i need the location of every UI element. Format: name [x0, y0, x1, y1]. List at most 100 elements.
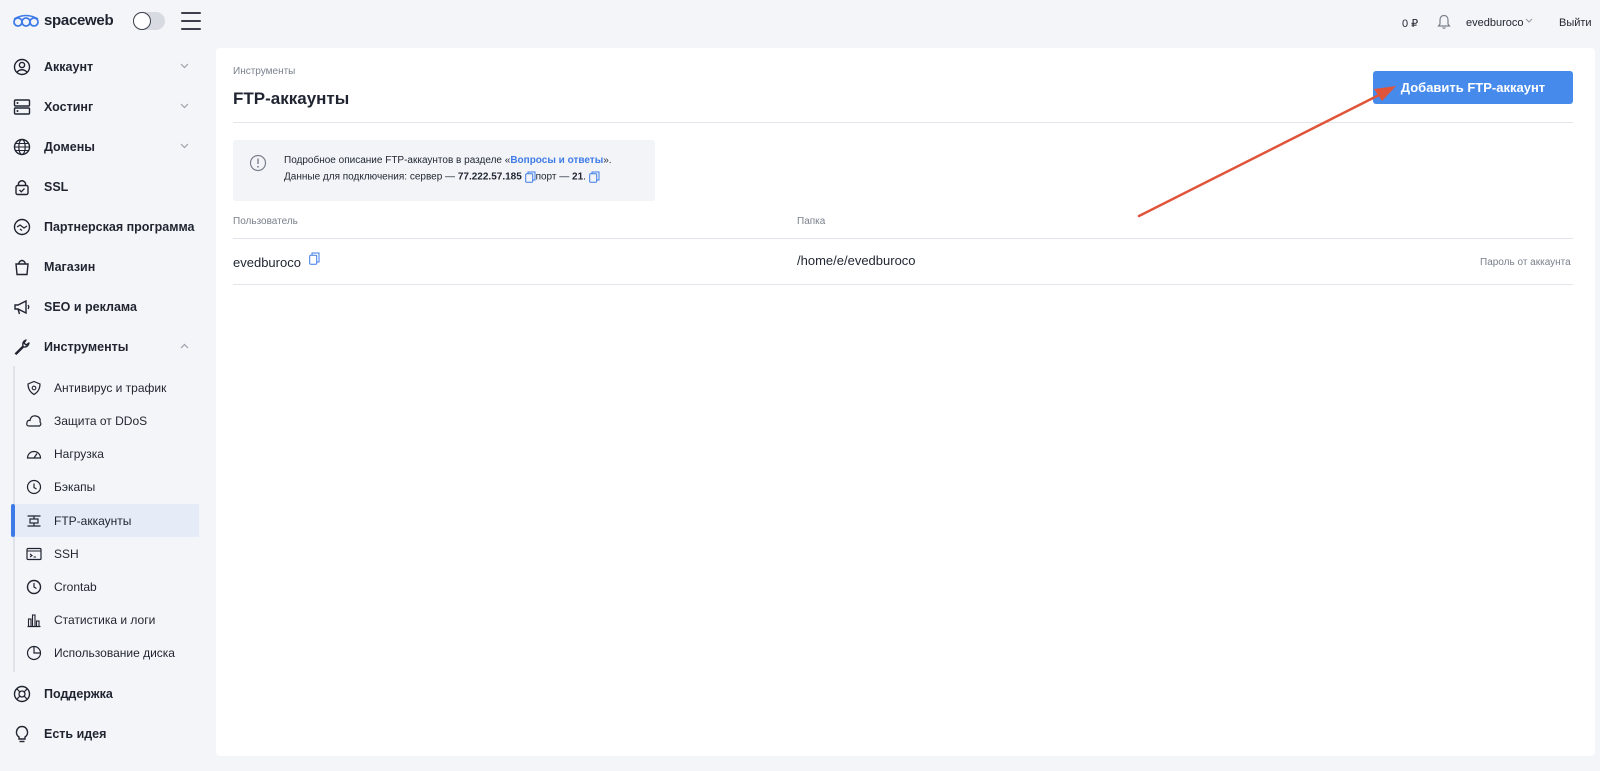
sidebar-subitem-label: Бэкапы	[54, 479, 96, 494]
menu-icon[interactable]	[181, 12, 201, 30]
sidebar-subitem-label: SSH	[54, 546, 79, 561]
divider	[233, 284, 1573, 285]
bell-icon[interactable]	[1437, 14, 1451, 30]
sidebar-subitem-disk[interactable]: Использование диска	[13, 636, 199, 669]
sidebar-subitem-label: Антивирус и трафик	[54, 380, 167, 395]
server-address: 77.222.57.185	[457, 171, 522, 183]
sidebar-item-support[interactable]: Поддержка	[0, 674, 205, 714]
support-icon	[13, 685, 31, 703]
sidebar-item-label: Аккаунт	[44, 60, 94, 74]
ftp-icon	[27, 515, 41, 527]
sidebar-subitem-ddos[interactable]: Защита от DDoS	[13, 404, 199, 437]
shield-icon	[27, 380, 41, 396]
wrench-icon	[14, 339, 30, 355]
column-header-folder: Папка	[797, 216, 826, 227]
chevron-up-icon	[180, 343, 189, 349]
divider	[233, 122, 1573, 123]
globe-icon	[13, 138, 31, 156]
lightbulb-icon	[15, 725, 29, 743]
backup-icon	[26, 479, 42, 495]
sidebar-item-label: SSL	[44, 180, 69, 194]
info-line-1: Подробное описание FTP-аккаунтов в разде…	[284, 155, 612, 166]
chevron-down-icon	[180, 103, 189, 109]
page-title: FTP-аккаунты	[233, 89, 350, 108]
sidebar-item-label: Поддержка	[44, 687, 113, 701]
copy-icon[interactable]	[309, 252, 320, 265]
user-menu[interactable]: evedburoco	[1466, 17, 1524, 29]
logo-text: spaceweb	[44, 12, 114, 29]
sidebar-item-label: Хостинг	[44, 100, 94, 114]
chevron-down-icon[interactable]	[1525, 18, 1533, 24]
sidebar-subitem-label: Crontab	[54, 579, 97, 594]
theme-toggle[interactable]	[133, 12, 165, 30]
sidebar-item-account[interactable]: Аккаунт	[0, 47, 205, 87]
info-text: ».	[603, 155, 612, 166]
top-bar: spaceweb 0 ₽ evedburoco Выйти	[0, 0, 1600, 44]
terminal-icon	[26, 547, 42, 561]
sidebar-subitem-label: Статистика и логи	[54, 612, 156, 627]
sidebar-item-label: Инструменты	[44, 340, 129, 354]
sidebar-item-tools[interactable]: Инструменты	[0, 327, 205, 367]
theme-toggle-knob	[133, 12, 151, 30]
sidebar-item-partner[interactable]: Партнерская программа	[0, 207, 205, 247]
info-text: Данные для подключения: сервер —	[284, 171, 458, 183]
sidebar-subitem-label: Нагрузка	[54, 446, 104, 461]
shopping-bag-icon	[15, 259, 29, 276]
sidebar-subitem-label: FTP-аккаунты	[54, 513, 132, 528]
info-text: Подробное описание FTP-аккаунтов в разде…	[284, 155, 511, 166]
spaceweb-logo-icon	[13, 14, 39, 27]
main-panel: Инструменты FTP-аккаунты Добавить FTP-ак…	[216, 48, 1595, 756]
balance[interactable]: 0 ₽	[1402, 17, 1418, 30]
sidebar-subitem-ssh[interactable]: SSH	[13, 537, 199, 570]
sidebar-item-label: Есть идея	[44, 727, 107, 741]
copy-icon[interactable]	[524, 171, 536, 183]
sidebar-item-domains[interactable]: Домены	[0, 127, 205, 167]
sidebar-item-ssl[interactable]: SSL	[0, 167, 205, 207]
sidebar-item-label: Домены	[44, 140, 95, 154]
megaphone-icon	[14, 299, 30, 315]
column-header-user: Пользователь	[233, 216, 298, 227]
gauge-icon	[26, 450, 42, 459]
copy-icon[interactable]	[588, 171, 600, 183]
breadcrumb[interactable]: Инструменты	[233, 66, 295, 77]
sidebar-item-hosting[interactable]: Хостинг	[0, 87, 205, 127]
cloud-icon	[26, 415, 42, 427]
ftp-username: evedburoco	[233, 255, 301, 270]
sidebar-subitem-ftp[interactable]: FTP-аккаунты	[11, 504, 199, 537]
sidebar-subitem-stats[interactable]: Статистика и логи	[13, 603, 199, 636]
lock-icon	[15, 180, 29, 196]
clock-icon	[26, 579, 42, 595]
sidebar-subitem-label: Использование диска	[54, 645, 175, 660]
bar-chart-icon	[27, 614, 41, 628]
ftp-folder: /home/e/evedburoco	[797, 253, 916, 268]
add-ftp-account-button[interactable]: Добавить FTP-аккаунт	[1373, 71, 1573, 104]
logout-link[interactable]: Выйти	[1559, 17, 1592, 29]
sidebar-subitem-load[interactable]: Нагрузка	[13, 437, 199, 470]
sidebar-subitem-label: Защита от DDoS	[54, 413, 148, 428]
account-password-link[interactable]: Пароль от аккаунта	[1480, 257, 1571, 268]
sidebar-item-label: Партнерская программа	[44, 220, 195, 234]
sidebar-item-label: Магазин	[44, 260, 96, 274]
sidebar-item-seo[interactable]: SEO и реклама	[0, 287, 205, 327]
divider	[233, 238, 1573, 239]
sidebar-subitem-antivirus[interactable]: Антивирус и трафик	[13, 371, 199, 404]
faq-link[interactable]: Вопросы и ответы	[510, 155, 603, 166]
handshake-icon	[13, 218, 31, 236]
logo[interactable]: spaceweb	[13, 12, 114, 29]
sidebar-item-idea[interactable]: Есть идея	[0, 714, 205, 754]
info-text: порт —	[535, 171, 573, 183]
sidebar-item-shop[interactable]: Магазин	[0, 247, 205, 287]
info-box: Подробное описание FTP-аккаунтов в разде…	[233, 140, 655, 201]
disk-icon	[26, 645, 42, 661]
sidebar-subitem-backups[interactable]: Бэкапы	[13, 470, 199, 503]
sidebar-item-label: SEO и реклама	[44, 300, 137, 314]
info-line-2: Данные для подключения: сервер — 77.222.…	[284, 171, 600, 183]
sidebar-subitem-crontab[interactable]: Crontab	[13, 570, 199, 603]
port-number: 21	[572, 171, 584, 183]
chevron-down-icon	[180, 143, 189, 149]
chevron-down-icon	[180, 63, 189, 69]
user-circle-icon	[13, 58, 31, 76]
server-icon	[13, 99, 31, 115]
info-text: .	[583, 171, 586, 183]
info-icon	[249, 154, 267, 172]
